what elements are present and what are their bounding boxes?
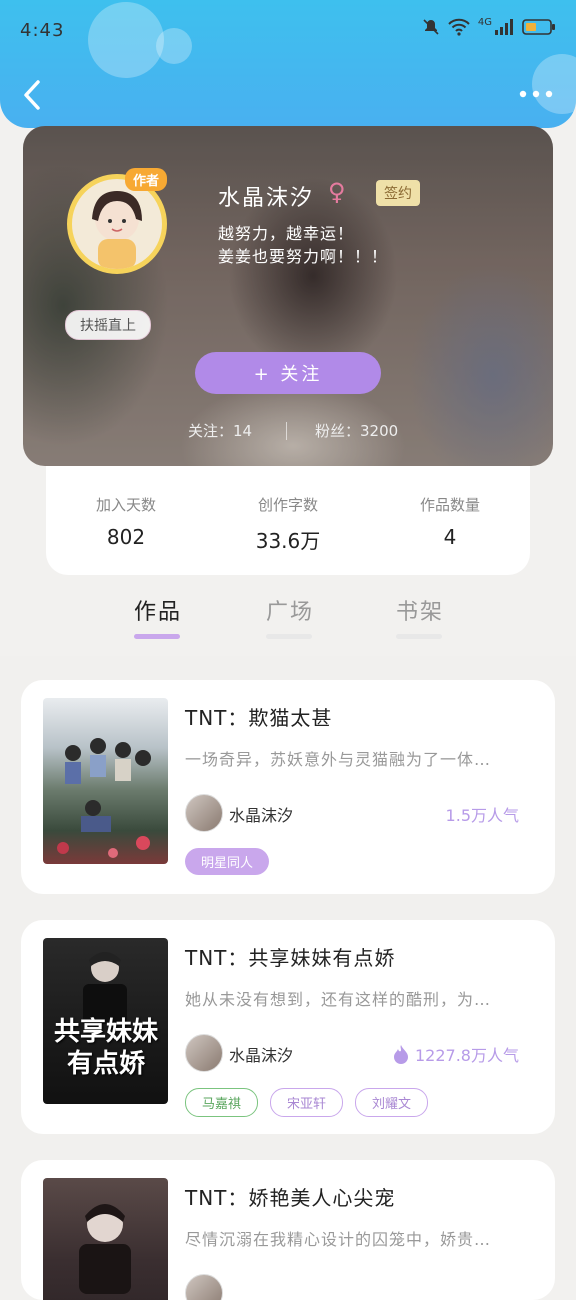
stat-label: 创作字数 [257,496,318,514]
book-description: 尽情沉溺在我精心设计的囚笼中，娇贵… [185,1230,492,1249]
book-author: 水晶沫汐 [229,1046,294,1065]
title-chip: 扶摇直上 [65,310,151,340]
book-cover [43,1178,168,1300]
book-title: TNT：欺猫太甚 [185,706,333,730]
mute-icon [423,19,439,35]
nav-bar [0,70,576,120]
signed-badge: 签约 [376,180,420,206]
author-badge: 作者 [125,168,167,191]
fire-icon [394,1045,408,1064]
fans-count[interactable]: 粉丝：3200 [315,420,398,441]
network-type-label: 4G [477,16,492,28]
tab-indicator [396,634,442,639]
book-cover: 共享妹妹有点娇 [43,938,168,1104]
book-list: TNT：欺猫太甚 一场奇异，苏妖意外与灵猫融为了一体… 水晶沫汐 1.5万人气 … [0,656,576,1300]
following-count[interactable]: 关注：14 [188,420,252,441]
avatar-illustration [92,191,142,269]
author-avatar[interactable]: 作者 [67,168,167,274]
book-card[interactable]: TNT：欺猫太甚 一场奇异，苏妖意外与灵猫融为了一体… 水晶沫汐 1.5万人气 … [21,680,555,894]
author-avatar-small [185,1034,223,1072]
tab-indicator [266,634,312,639]
tag-chip[interactable]: 马嘉祺 [185,1088,259,1117]
book-popularity: 1.5万人气 [446,802,519,826]
stat-label: 作品数量 [419,496,480,514]
book-description: 一场奇异，苏妖意外与灵猫融为了一体… [185,750,492,769]
stats-divider [286,422,287,440]
book-popularity: 1227.8万人气 [393,1042,519,1066]
popularity-text: 1.5万人气 [445,806,519,825]
status-bar: 4:43 4G [0,0,576,60]
popularity-text: 1227.8万人气 [415,1046,519,1065]
book-author: 水晶沫汐 [229,806,294,825]
tag-row: 马嘉祺 宋亚轩 刘耀文 [185,1088,429,1117]
cover-illustration [79,1204,131,1294]
tab-bookshelf[interactable]: 书架 [396,594,444,626]
author-avatar-small [185,1274,223,1300]
cover-title-text: 共享妹妹有点娇 [53,1017,158,1079]
status-time: 4:43 [20,20,65,41]
tag-chip[interactable]: 宋亚轩 [270,1088,344,1117]
tab-square[interactable]: 广场 [266,594,314,626]
stats-card: 加入天数 802 创作字数 33.6万 作品数量 4 [46,466,530,575]
follow-stats: 关注：14 粉丝：3200 [23,420,553,444]
stat-works-count: 作品数量 4 [380,494,520,549]
book-cover [43,698,168,864]
battery-icon [522,19,555,35]
tab-works[interactable]: 作品 [134,594,182,626]
back-arrow-icon[interactable] [18,78,48,112]
author-name: 水晶沫汐 [218,186,315,211]
stat-word-count: 创作字数 33.6万 [218,494,358,554]
tag-row: 明星同人 [185,848,270,875]
more-options-icon[interactable] [518,84,554,104]
author-avatar-small [185,794,223,832]
book-description: 她从未没有想到，还有这样的酷刑，为… [185,990,492,1009]
tag-chip[interactable]: 刘耀文 [355,1088,429,1117]
profile-hero: 作者 扶摇直上 水晶沫汐 ♀ 签约 越努力，越幸运！ 姜姜也要努力啊！！！ + … [23,126,553,466]
status-icons: 4G [422,16,556,36]
female-icon: ♀ [328,178,346,206]
cover-illustration [57,738,151,858]
stat-label: 加入天数 [95,496,156,514]
stat-value: 802 [106,525,146,549]
stat-value: 33.6万 [255,529,321,553]
follow-button[interactable]: + 关注 [195,352,381,394]
book-title: TNT：共享妹妹有点娇 [185,946,396,970]
profile-tabs: 作品 广场 书架 [0,590,576,650]
tab-indicator-active [134,634,180,639]
stat-join-days: 加入天数 802 [56,494,196,549]
signal-icon [495,19,513,35]
tag-chip[interactable]: 明星同人 [185,848,270,875]
book-card[interactable]: 共享妹妹有点娇 TNT：共享妹妹有点娇 她从未没有想到，还有这样的酷刑，为… 水… [21,920,555,1134]
wifi-icon [448,18,470,36]
stat-value: 4 [443,525,457,549]
author-motto: 越努力，越幸运！ 姜姜也要努力啊！！！ [218,224,389,266]
book-title: TNT：娇艳美人心尖宠 [185,1186,396,1210]
book-card[interactable]: TNT：娇艳美人心尖宠 尽情沉溺在我精心设计的囚笼中，娇贵… [21,1160,555,1300]
